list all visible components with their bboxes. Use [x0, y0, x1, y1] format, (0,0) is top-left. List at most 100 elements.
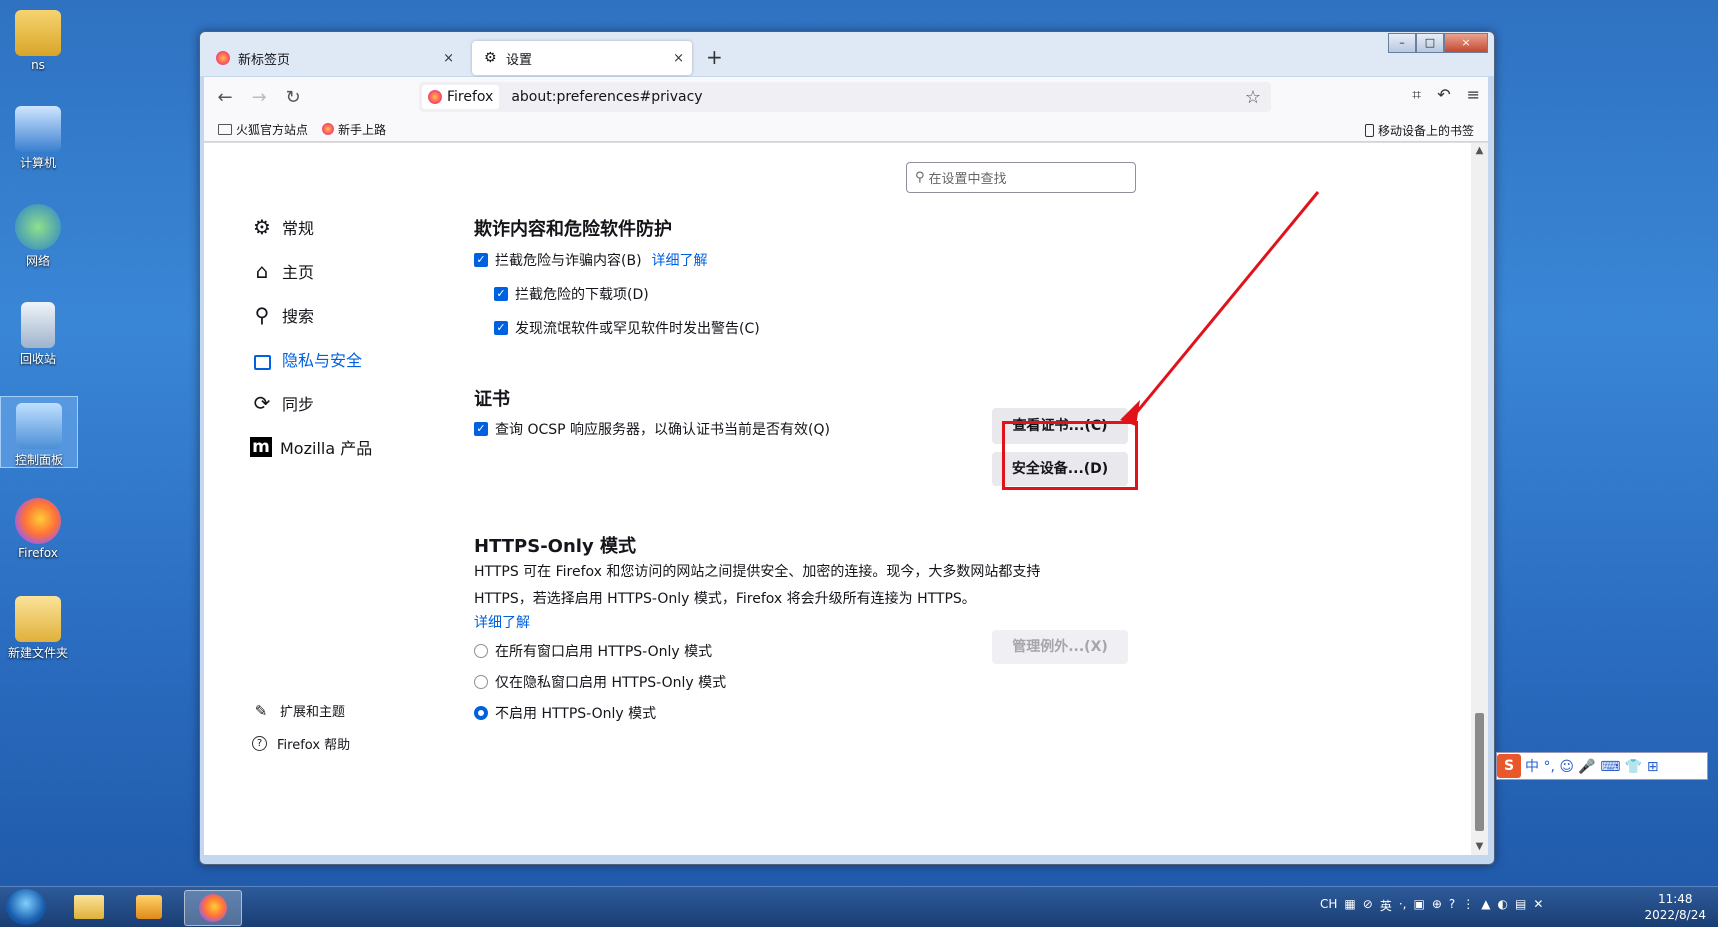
radio-checked[interactable]: [474, 706, 488, 720]
undo-icon[interactable]: ↶: [1437, 85, 1450, 105]
checkbox-checked[interactable]: ✓: [494, 287, 508, 301]
desktop-icon-computer[interactable]: 计算机: [0, 100, 76, 171]
tray-icon[interactable]: ◐: [1497, 897, 1507, 914]
sidebar-item-sync[interactable]: ⟳ 同步: [250, 391, 314, 415]
ocsp-checkbox-row[interactable]: ✓ 查询 OCSP 响应服务器，以确认证书当前是否有效(Q): [474, 419, 830, 439]
tab-new-tab[interactable]: 新标签页 ×: [204, 41, 462, 75]
desktop-icon-firefox[interactable]: Firefox: [0, 492, 76, 560]
reload-button[interactable]: ↻: [276, 87, 310, 108]
folder-icon: [218, 123, 232, 135]
tab-close-icon[interactable]: ×: [673, 51, 684, 66]
desktop-icon-control-panel[interactable]: 控制面板: [0, 396, 78, 468]
volume-muted-icon[interactable]: ✕: [1533, 897, 1543, 914]
https-only-section-title: HTTPS-Only 模式: [474, 536, 636, 557]
bookmark-label: 火狐官方站点: [236, 122, 309, 137]
sync-icon: ⟳: [253, 391, 271, 415]
system-tray: CH ▦ ⊘ 英 ·, ▣ ⊕ ? ⋮ ▲ ◐ ▤ ✕: [1320, 897, 1543, 914]
scroll-up-icon[interactable]: ▲: [1471, 145, 1488, 156]
https-private-windows-radio-row[interactable]: 仅在隐私窗口启用 HTTPS-Only 模式: [474, 672, 726, 692]
bookmark-label: 新手上路: [338, 122, 387, 137]
checkbox-label: 拦截危险与诈骗内容(B): [495, 253, 642, 269]
phone-icon: [1364, 124, 1374, 137]
mobile-bookmarks[interactable]: 移动设备上的书签: [1364, 122, 1474, 139]
https-only-description-2: HTTPS，若选择启用 HTTPS-Only 模式，Firefox 将会升级所有…: [474, 591, 976, 607]
https-all-windows-radio-row[interactable]: 在所有窗口启用 HTTPS-Only 模式: [474, 641, 712, 661]
sidebar-item-search[interactable]: ⚲ 搜索: [250, 303, 314, 327]
identity-box[interactable]: Firefox: [422, 85, 500, 109]
sidebar-item-help[interactable]: ? Firefox 帮助: [252, 734, 350, 753]
sidebar-item-label: Mozilla 产品: [280, 439, 373, 458]
minimize-button[interactable]: –: [1388, 33, 1416, 53]
tray-icon[interactable]: ⋮: [1462, 897, 1474, 914]
settings-search-input[interactable]: ⚲ 在设置中查找: [906, 162, 1136, 193]
block-downloads-checkbox-row[interactable]: ✓ 拦截危险的下载项(D): [494, 284, 649, 304]
sidebar-item-mozilla[interactable]: m Mozilla 产品: [250, 435, 372, 459]
https-learn-more-link[interactable]: 详细了解: [474, 610, 530, 637]
bookmark-item[interactable]: 火狐官方站点: [218, 121, 308, 138]
new-tab-button[interactable]: +: [706, 45, 723, 69]
sidebar-item-general[interactable]: ⚙ 常规: [250, 215, 314, 239]
tray-icon[interactable]: ?: [1449, 897, 1455, 914]
learn-more-link[interactable]: 详细了解: [652, 250, 708, 270]
show-hidden-icons[interactable]: ▲: [1481, 897, 1490, 914]
scroll-thumb[interactable]: [1475, 713, 1484, 831]
radio-unchecked[interactable]: [474, 675, 488, 689]
url-text[interactable]: about:preferences#privacy: [511, 89, 702, 105]
sidebar-item-label: 扩展和主题: [280, 705, 346, 720]
tray-icon[interactable]: ▣: [1413, 897, 1424, 914]
desktop-icon-recycle-bin[interactable]: 回收站: [0, 296, 76, 367]
vertical-scrollbar[interactable]: ▲ ▼: [1471, 143, 1488, 855]
tray-icon[interactable]: ·,: [1399, 897, 1407, 914]
radio-unchecked[interactable]: [474, 644, 488, 658]
bookmark-star-icon[interactable]: ☆: [1245, 87, 1261, 108]
checkbox-checked[interactable]: ✓: [474, 422, 488, 436]
https-disabled-radio-row[interactable]: 不启用 HTTPS-Only 模式: [474, 703, 656, 723]
sidebar-item-label: 隐私与安全: [282, 351, 363, 370]
puzzle-icon: ✎: [254, 701, 268, 720]
tray-icon[interactable]: ▦: [1344, 897, 1355, 914]
start-button[interactable]: [6, 889, 46, 925]
toolbar-right: ⌗ ↶ ≡: [1412, 85, 1480, 105]
maximize-button[interactable]: □: [1416, 33, 1444, 53]
control-panel-icon: [16, 403, 62, 449]
block-dangerous-checkbox-row[interactable]: ✓ 拦截危险与诈骗内容(B) 详细了解: [474, 250, 708, 270]
forward-button[interactable]: →: [242, 87, 276, 108]
tab-label: 新标签页: [238, 52, 291, 68]
sidebar-item-label: 主页: [282, 263, 315, 282]
language-indicator[interactable]: CH: [1320, 897, 1337, 914]
ime-toolbar[interactable]: S 中 °, ☺ 🎤 ⌨ 👕 ⊞: [1496, 752, 1708, 780]
checkbox-checked[interactable]: ✓: [494, 321, 508, 335]
gear-icon: ⚙: [253, 215, 271, 239]
desktop-icon-ns[interactable]: ns: [0, 4, 76, 72]
search-icon: ⚲: [254, 303, 270, 327]
tab-settings[interactable]: ⚙ 设置 ×: [472, 41, 692, 75]
tab-close-icon[interactable]: ×: [443, 51, 454, 66]
close-button[interactable]: ×: [1444, 33, 1488, 53]
clock[interactable]: 11:48 2022/8/24: [1644, 891, 1706, 923]
checkbox-label: 发现流氓软件或罕见软件时发出警告(C): [515, 321, 760, 337]
sidebar-item-extensions[interactable]: ✎ 扩展和主题: [252, 701, 346, 721]
url-bar[interactable]: Firefox about:preferences#privacy ☆: [419, 82, 1271, 112]
taskbar-explorer[interactable]: [60, 890, 118, 924]
desktop-icon-network[interactable]: 网络: [0, 198, 76, 269]
menu-icon[interactable]: ≡: [1467, 85, 1480, 105]
network-icon[interactable]: ▤: [1515, 897, 1526, 914]
taskbar-firefox[interactable]: [184, 890, 242, 926]
tray-icon[interactable]: 英: [1380, 897, 1392, 914]
tray-icon[interactable]: ⊘: [1363, 897, 1373, 914]
tray-icon[interactable]: ⊕: [1432, 897, 1442, 914]
checkbox-checked[interactable]: ✓: [474, 253, 488, 267]
mobile-bookmarks-label: 移动设备上的书签: [1377, 124, 1474, 138]
back-button[interactable]: ←: [208, 87, 242, 108]
sidebar-item-privacy[interactable]: 隐私与安全: [250, 347, 362, 371]
scroll-down-icon[interactable]: ▼: [1471, 841, 1488, 852]
navigation-bar: ← → ↻ Firefox about:preferences#privacy …: [204, 77, 1488, 117]
taskbar-media-player[interactable]: [120, 890, 178, 924]
warn-unwanted-checkbox-row[interactable]: ✓ 发现流氓软件或罕见软件时发出警告(C): [494, 318, 760, 338]
screenshot-icon[interactable]: ⌗: [1412, 85, 1421, 105]
sidebar-item-home[interactable]: ⌂ 主页: [250, 259, 314, 283]
sidebar-item-label: 同步: [282, 395, 315, 414]
bookmark-item[interactable]: 新手上路: [322, 121, 386, 138]
desktop-icon-new-folder[interactable]: 新建文件夹: [0, 590, 76, 661]
sidebar-item-label: 搜索: [282, 307, 315, 326]
